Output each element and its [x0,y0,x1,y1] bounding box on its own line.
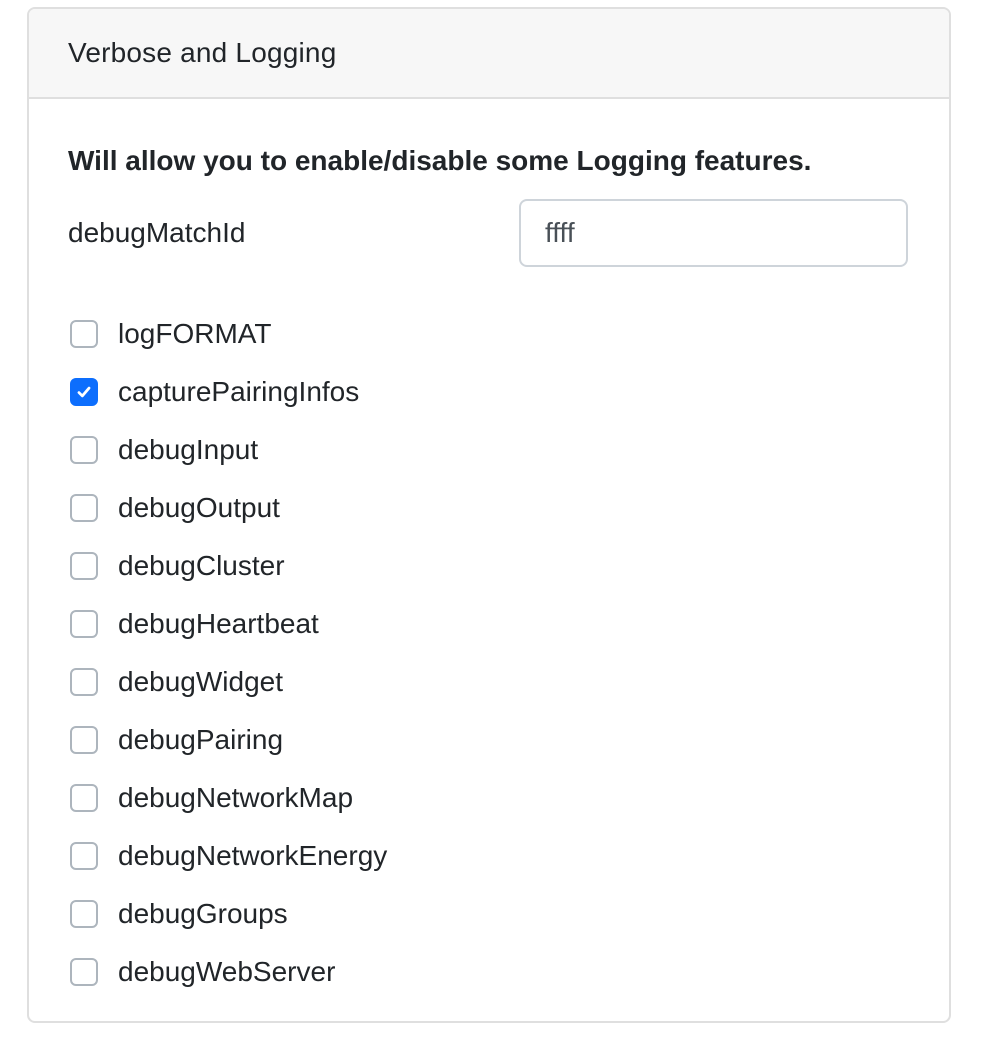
panel-title: Verbose and Logging [68,37,337,68]
option-item[interactable]: debugGroups [70,885,387,943]
option-label: debugGroups [118,898,288,929]
checkbox[interactable] [70,668,98,696]
checkbox[interactable] [70,494,98,522]
checkbox[interactable] [70,378,98,406]
option-label: debugCluster [118,550,285,581]
option-label: debugWidget [118,666,284,697]
debug-match-id-row: debugMatchId [68,199,908,267]
checkbox[interactable] [70,436,98,464]
checkbox[interactable] [70,610,98,638]
option-item[interactable]: debugWebServer [70,943,387,1001]
option-item[interactable]: debugHeartbeat [70,595,387,653]
option-item[interactable]: capturePairingInfos [70,363,387,421]
option-label: debugInput [118,434,259,465]
checkbox[interactable] [70,320,98,348]
option-item[interactable]: debugCluster [70,537,387,595]
option-item[interactable]: logFORMAT [70,305,387,363]
panel-description: Will allow you to enable/disable some Lo… [68,145,812,176]
checkbox[interactable] [70,726,98,754]
option-item[interactable]: debugNetworkMap [70,769,387,827]
logging-options-list: logFORMAT capturePairingInfos debugInput… [70,305,387,1001]
option-item[interactable]: debugPairing [70,711,387,769]
option-item[interactable]: debugOutput [70,479,387,537]
option-label: capturePairingInfos [118,376,360,407]
option-item[interactable]: debugWidget [70,653,387,711]
option-label: debugNetworkEnergy [118,840,388,871]
verbose-logging-panel: Verbose and Logging Will allow you to en… [27,7,951,1023]
option-item[interactable]: debugNetworkEnergy [70,827,387,885]
checkmark-icon [77,386,91,398]
checkbox[interactable] [70,784,98,812]
checkbox[interactable] [70,958,98,986]
option-label: debugPairing [118,724,284,755]
option-label: debugNetworkMap [118,782,354,813]
option-label: debugOutput [118,492,280,523]
checkbox[interactable] [70,552,98,580]
option-label: logFORMAT [118,318,272,349]
panel-header: Verbose and Logging [29,9,949,99]
option-label: debugWebServer [118,956,336,987]
checkbox[interactable] [70,900,98,928]
option-label: debugHeartbeat [118,608,319,639]
debug-match-id-input[interactable] [519,199,908,267]
option-item[interactable]: debugInput [70,421,387,479]
checkbox[interactable] [70,842,98,870]
debug-match-id-label: debugMatchId [68,217,246,248]
